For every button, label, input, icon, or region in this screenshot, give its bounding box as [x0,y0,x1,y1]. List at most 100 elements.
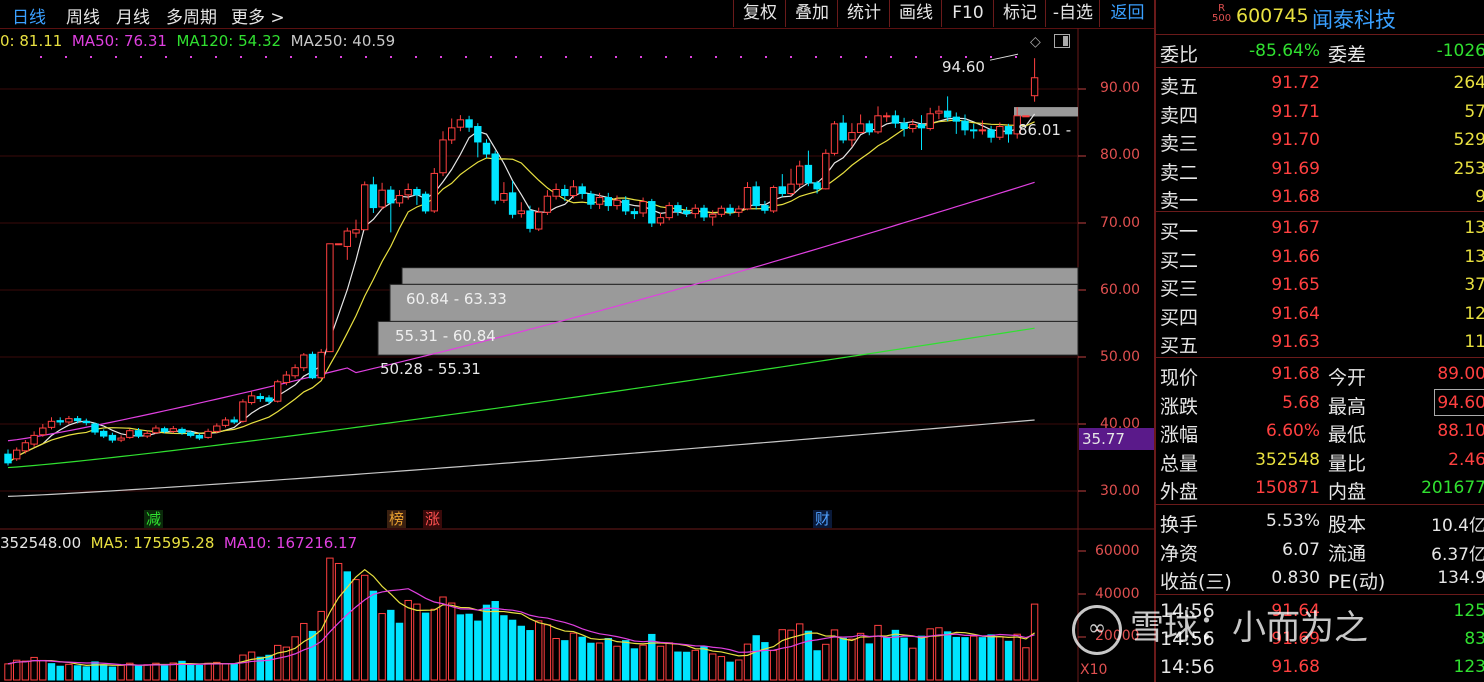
volume-bar[interactable] [569,632,578,681]
candle-body[interactable] [578,186,586,195]
f10-button[interactable]: F10 [941,0,994,27]
volume-bar[interactable] [978,637,987,681]
restore-rights-button[interactable]: 复权 [733,0,786,27]
candle-body[interactable] [856,123,865,134]
candle-body[interactable] [630,211,639,215]
volume-bar[interactable] [4,663,12,681]
candle-body[interactable] [682,210,691,215]
volume-bar[interactable] [152,662,160,681]
candle-body[interactable] [830,123,839,154]
kline-chart[interactable] [0,28,1154,682]
candle-body[interactable] [30,434,38,445]
candle-body[interactable] [317,351,325,379]
statistics-button[interactable]: 统计 [837,0,890,27]
candle-body[interactable] [65,418,73,423]
candle-body[interactable] [874,115,882,133]
volume-bar[interactable] [839,637,847,681]
volume-bar[interactable] [334,562,343,681]
volume-bar[interactable] [735,659,743,681]
volume-bar[interactable] [100,664,108,681]
candle-body[interactable] [561,189,569,197]
volume-bar[interactable] [883,636,891,681]
candle-body[interactable] [282,374,291,383]
volume-bar[interactable] [73,665,82,681]
candle-body[interactable] [761,205,769,211]
volume-bar[interactable] [404,599,412,681]
volume-bar[interactable] [456,614,465,681]
candle-body[interactable] [378,189,386,208]
volume-bar[interactable] [595,642,604,681]
ask-row[interactable]: 卖五 91.72 264 [1156,70,1484,98]
remove-watchlist-button[interactable]: -自选 [1045,0,1100,27]
candle-body[interactable] [1022,115,1030,118]
volume-bar[interactable] [691,649,699,681]
volume-bar[interactable] [630,648,639,681]
tab-multi-period[interactable]: 多周期 [166,3,217,28]
bid-row[interactable]: 买二 91.66 13 [1156,244,1484,272]
candle-body[interactable] [404,189,412,196]
mark-button[interactable]: 标记 [993,0,1046,27]
volume-bar[interactable] [361,574,369,681]
volume-bar[interactable] [561,640,569,681]
volume-bar[interactable] [804,630,813,681]
volume-bar[interactable] [778,629,786,681]
volume-bar[interactable] [65,663,73,681]
candle-body[interactable] [126,430,134,438]
ask-row[interactable]: 卖二 91.69 253 [1156,156,1484,184]
candle-body[interactable] [526,210,534,229]
volume-bar[interactable] [413,603,421,681]
candle-body[interactable] [535,211,543,230]
candle-body[interactable] [656,217,665,224]
candle-body[interactable] [169,428,178,432]
volume-bar[interactable] [717,656,726,681]
volume-bar[interactable] [970,635,978,681]
volume-bar[interactable] [430,608,439,681]
event-tag-finance[interactable]: 财 [813,510,833,528]
bid-row[interactable]: 买五 91.63 11 [1156,329,1484,357]
volume-bar[interactable] [987,634,995,681]
candle-body[interactable] [395,195,404,204]
candle-body[interactable] [221,419,230,426]
candle-body[interactable] [1030,77,1039,97]
candle-body[interactable] [500,193,508,201]
candle-body[interactable] [204,430,212,438]
bid-row[interactable]: 买四 91.64 12 [1156,301,1484,329]
candle-body[interactable] [352,229,360,234]
tick-row[interactable]: 14:56 91.68 123 [1156,654,1484,682]
candle-body[interactable] [622,199,630,212]
candle-body[interactable] [274,381,282,402]
volume-bar[interactable] [917,635,926,681]
candle-body[interactable] [709,213,717,218]
event-tag-limit[interactable]: 涨 [423,510,443,528]
volume-bar[interactable] [622,640,630,681]
volume-bar[interactable] [108,666,117,681]
candle-body[interactable] [987,129,995,138]
volume-bar[interactable] [39,659,47,681]
candle-body[interactable] [247,395,256,404]
candle-body[interactable] [308,353,317,379]
volume-bar[interactable] [213,661,221,681]
tab-weekly[interactable]: 周线 [66,3,100,28]
candle-body[interactable] [743,186,752,210]
volume-bar[interactable] [439,596,447,681]
quote-row[interactable]: 总量 352548 量比 2.46 [1156,447,1484,475]
volume-bar[interactable] [613,645,621,681]
candle-body[interactable] [604,197,612,207]
candle-body[interactable] [187,432,195,436]
fundamental-row[interactable]: 收益(三) 0.830 PE(动) 134.9 [1156,565,1484,593]
candle-body[interactable] [909,124,917,130]
candle-body[interactable] [213,425,221,432]
candle-body[interactable] [595,197,604,205]
candle-body[interactable] [848,132,856,141]
volume-bar[interactable] [82,666,90,681]
volume-bar[interactable] [682,651,691,681]
fundamental-row[interactable]: 净资 6.07 流通 6.37亿 [1156,537,1484,565]
candle-body[interactable] [552,189,560,197]
candle-body[interactable] [1004,126,1013,135]
bid-row[interactable]: 买一 91.67 13 [1156,215,1484,243]
volume-bar[interactable] [169,662,178,681]
candle-body[interactable] [639,201,647,214]
candle-body[interactable] [883,115,891,118]
candle-body[interactable] [961,120,969,131]
volume-bar[interactable] [856,632,865,681]
